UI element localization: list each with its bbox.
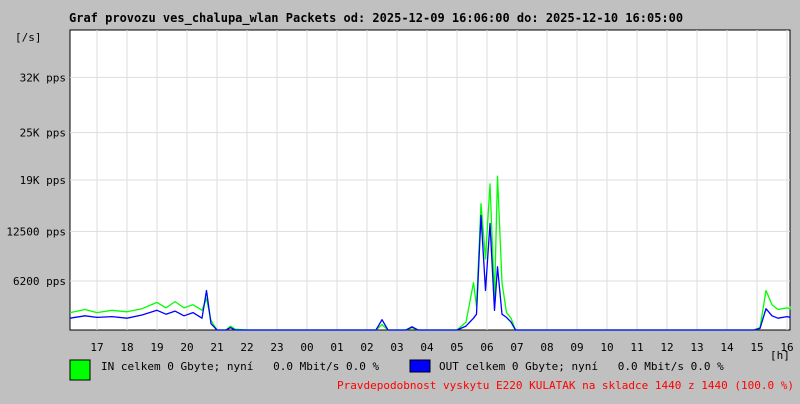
x-tick-label: 17 (90, 341, 103, 354)
y-tick-label: 25K pps (20, 127, 66, 140)
x-tick-label: 03 (390, 341, 403, 354)
legend-in-text: IN celkem 0 Gbyte; nyní 0.0 Mbit/s 0.0 % (101, 360, 380, 373)
y-tick-label: 32K pps (20, 71, 66, 84)
x-tick-label: 18 (120, 341, 133, 354)
x-axis-unit: [h] (770, 349, 790, 362)
x-tick-label: 07 (510, 341, 523, 354)
x-tick-label: 00 (300, 341, 313, 354)
x-tick-label: 02 (360, 341, 373, 354)
x-tick-label: 05 (450, 341, 463, 354)
legend-in-swatch (69, 359, 91, 381)
x-tick-label: 22 (240, 341, 253, 354)
legend-out-text: OUT celkem 0 Gbyte; nyní 0.0 Mbit/s 0.0 … (439, 360, 724, 373)
y-tick-label: 12500 pps (6, 225, 66, 238)
x-tick-label: 12 (660, 341, 673, 354)
x-tick-label: 11 (630, 341, 643, 354)
x-tick-labels: 17 18 19 20 21 22 23 00 01 02 03 04 05 06 07 08 09 10 11 12… (90, 341, 793, 354)
chart-container: Graf provozu ves_chalupa_wlan Packets od… (0, 0, 800, 400)
x-tick-label: 13 (690, 341, 703, 354)
traffic-chart: Graf provozu ves_chalupa_wlan Packets od… (6, 11, 794, 392)
footer-warning: Pravdepodobnost vyskytu E220 KULATAK na … (337, 379, 794, 392)
legend-out-swatch (409, 359, 431, 373)
x-tick-label: 01 (330, 341, 343, 354)
x-tick-label: 19 (150, 341, 163, 354)
y-tick-label: 6200 pps (13, 275, 66, 288)
chart-title: Graf provozu ves_chalupa_wlan Packets od… (69, 11, 683, 26)
x-tick-label: 08 (540, 341, 553, 354)
y-axis-unit: [/s] (15, 31, 42, 44)
y-tick-labels: 6200 pps 12500 pps 19K pps 25K pps 32K pps (6, 71, 66, 288)
x-tick-label: 10 (600, 341, 613, 354)
y-tick-label: 19K pps (20, 174, 66, 187)
x-tick-label: 20 (180, 341, 193, 354)
x-tick-label: 04 (420, 341, 434, 354)
x-tick-label: 09 (570, 341, 583, 354)
x-tick-label: 21 (210, 341, 223, 354)
x-tick-label: 14 (720, 341, 734, 354)
x-tick-label: 15 (750, 341, 763, 354)
x-tick-label: 06 (480, 341, 493, 354)
x-tick-label: 23 (270, 341, 283, 354)
